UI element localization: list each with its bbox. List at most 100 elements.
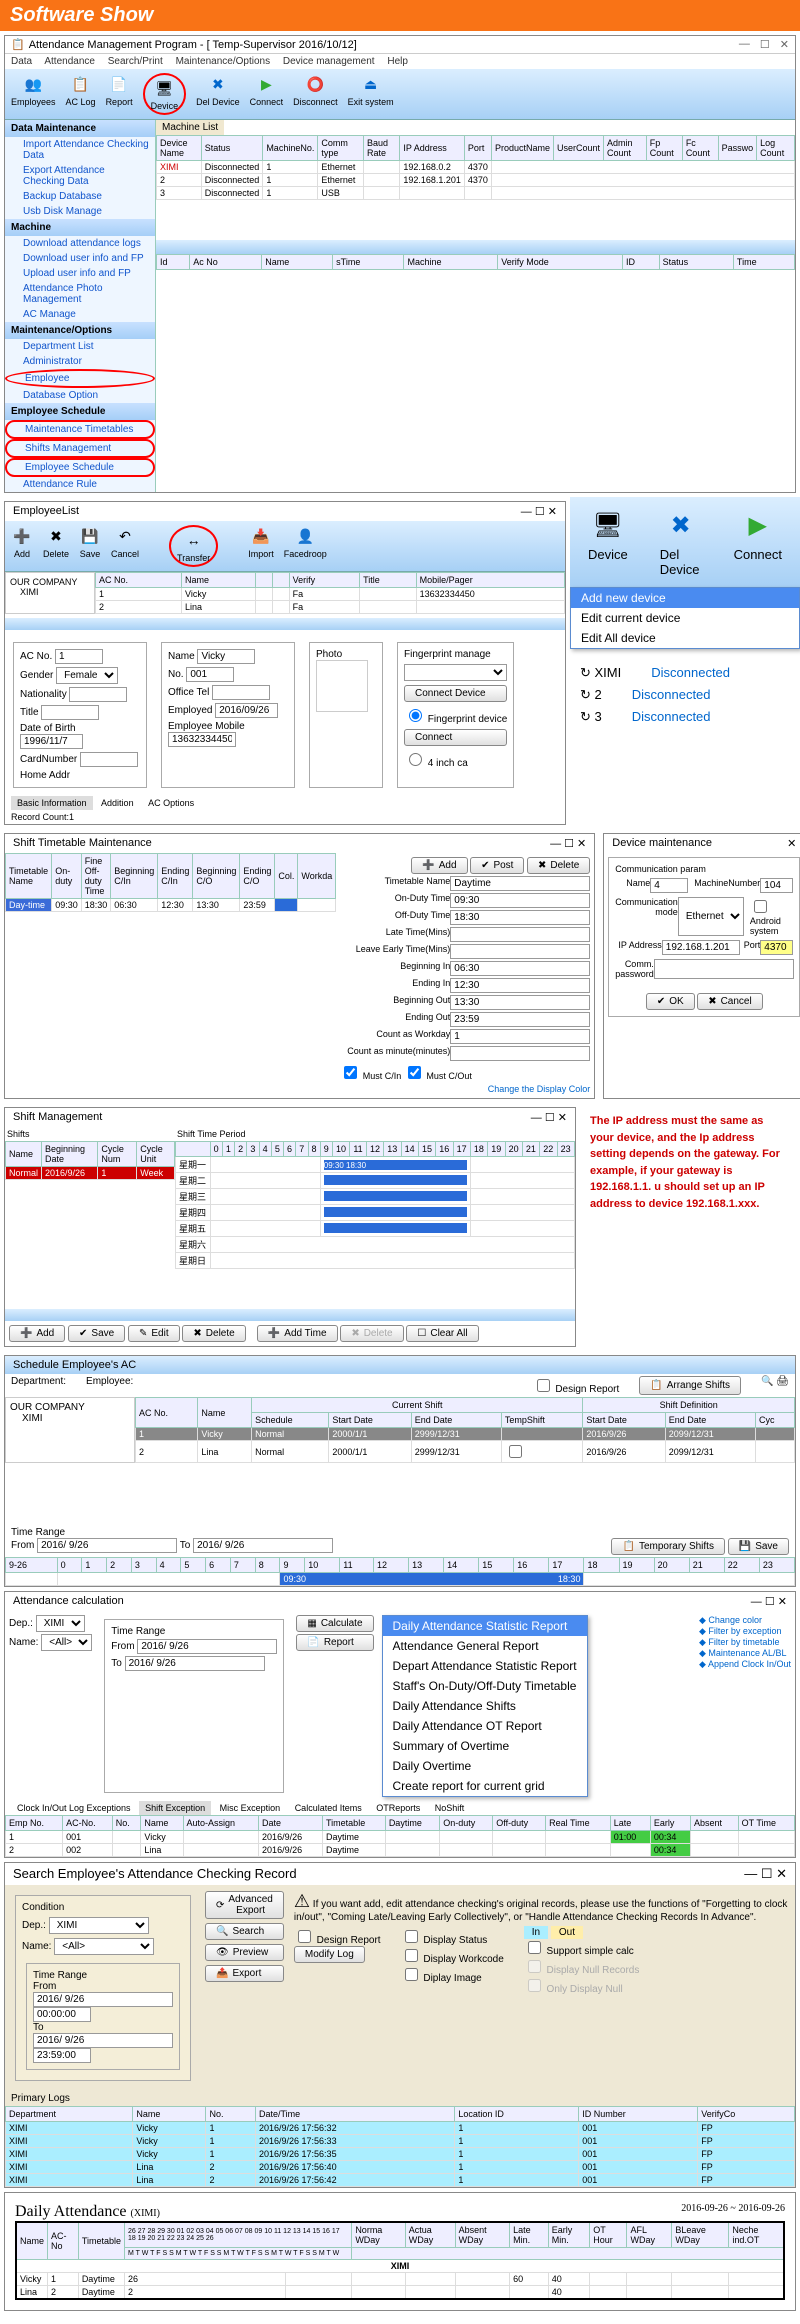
ds-check[interactable]: Display Status — [401, 1935, 488, 1946]
s-to[interactable] — [33, 2033, 173, 2048]
emp-row[interactable]: 2LinaFa — [96, 601, 565, 614]
emp-import[interactable]: 📥Import — [248, 525, 274, 567]
dm-name[interactable] — [650, 878, 688, 893]
si-dboption[interactable]: Database Option — [5, 388, 155, 403]
menu-maint[interactable]: Maintenance/Options — [176, 56, 271, 67]
menu-data[interactable]: Data — [11, 56, 32, 67]
rm-create[interactable]: Create report for current grid — [383, 1776, 587, 1796]
dm-ok[interactable]: ✔ OK — [646, 993, 695, 1010]
col-prod[interactable]: ProductName — [491, 136, 553, 161]
tb-aclog[interactable]: 📋AC Log — [66, 73, 96, 115]
sm-clear[interactable]: ☐ Clear All — [406, 1325, 478, 1342]
tel-input[interactable] — [212, 685, 270, 700]
ei-input[interactable] — [450, 978, 590, 993]
to-input[interactable] — [193, 1538, 333, 1553]
sl-color[interactable]: ◆ Change color — [699, 1615, 762, 1625]
tb-employees[interactable]: 👥Employees — [11, 73, 56, 115]
max-icon[interactable]: ☐ — [760, 38, 770, 51]
col-lc[interactable]: Log Count — [757, 136, 795, 161]
sg-sched[interactable]: Employee Schedule — [5, 403, 155, 420]
close-icon[interactable]: — ☐ ✕ — [521, 505, 557, 518]
si-acmanage[interactable]: AC Manage — [5, 307, 155, 322]
col-fp[interactable]: Fp Count — [646, 136, 682, 161]
connect2-btn[interactable]: Connect — [404, 729, 507, 746]
gender-select[interactable]: Female — [56, 667, 118, 684]
calc-row[interactable]: 2002Lina2016/9/26Daytime00:34 — [6, 1844, 795, 1857]
tb-connect[interactable]: ▶Connect — [250, 73, 284, 115]
mob-input[interactable] — [168, 732, 236, 747]
tb-report[interactable]: 📄Report — [106, 73, 133, 115]
leave-input[interactable] — [450, 944, 590, 959]
sched-tree[interactable]: OUR COMPANY XIMI — [5, 1397, 135, 1463]
emp-facedrop[interactable]: 👤Facedroop — [284, 525, 327, 567]
day-row[interactable]: 星期一09:30 18:30 — [176, 1157, 575, 1173]
col-ac[interactable]: Admin Count — [604, 136, 647, 161]
si-attrule[interactable]: Attendance Rule — [5, 477, 155, 492]
tt-row[interactable]: Day-time09:3018:3006:3012:3013:3023:59 — [6, 899, 336, 912]
sl-ftt[interactable]: ◆ Filter by timetable — [699, 1637, 779, 1647]
emp-save[interactable]: 💾Save — [79, 525, 101, 567]
search-btn[interactable]: 🔍 Search — [205, 1923, 284, 1940]
name-input[interactable] — [197, 649, 255, 664]
tb-deldevice[interactable]: ✖Del Device — [196, 73, 240, 115]
col-commtype[interactable]: Comm type — [318, 136, 364, 161]
card-radio[interactable]: 4 inch ca — [404, 750, 507, 769]
rep-btn[interactable]: 📄 Report — [296, 1634, 373, 1651]
dm-cancel[interactable]: ✖ Cancel — [697, 993, 763, 1010]
s-dep[interactable]: XIMI — [49, 1917, 149, 1934]
shift-row[interactable]: Normal2016/9/261Week — [6, 1167, 175, 1180]
dr-check[interactable]: Design Report — [533, 1384, 620, 1395]
col-status[interactable]: Status — [201, 136, 263, 161]
col-pw[interactable]: Passwo — [718, 136, 757, 161]
dd-edit[interactable]: Edit current device — [571, 608, 799, 628]
tt-post[interactable]: ✔ Post — [470, 857, 524, 874]
day-row[interactable]: 星期六 — [176, 1237, 575, 1253]
emp-row[interactable]: 1VickyFa13632334450 — [96, 588, 565, 601]
ts-check[interactable] — [509, 1445, 522, 1458]
calc-name[interactable]: <All> — [41, 1634, 92, 1651]
search-row[interactable]: XIMILina22016/9/26 17:56:401001FP — [6, 2161, 795, 2174]
big-deldevice[interactable]: ✖Del Device — [648, 503, 714, 581]
emp-add[interactable]: ➕Add — [11, 525, 33, 567]
off-input[interactable] — [450, 910, 590, 925]
nat-input[interactable] — [69, 687, 127, 702]
dw-check[interactable]: Display Workcode — [401, 1954, 504, 1965]
tt-add[interactable]: ➕ Add — [411, 857, 467, 874]
col-fc[interactable]: Fc Count — [682, 136, 718, 161]
emp-del[interactable]: ✖Delete — [43, 525, 69, 567]
tb-disconnect[interactable]: ⭕Disconnect — [293, 73, 338, 115]
sl-append[interactable]: ◆ Append Clock In/Out — [699, 1659, 791, 1669]
rm-depart[interactable]: Depart Attendance Statistic Report — [383, 1656, 587, 1676]
day-row[interactable]: 星期五 — [176, 1221, 575, 1237]
exp-btn[interactable]: 📤 Export — [205, 1965, 284, 1982]
rm-general[interactable]: Attendance General Report — [383, 1636, 587, 1656]
close-icon[interactable]: ✕ — [780, 38, 789, 51]
search-row[interactable]: XIMIVicky12016/9/26 17:56:351001FP — [6, 2148, 795, 2161]
min-icon[interactable]: — — [739, 38, 750, 51]
day-row[interactable]: 星期日 — [176, 1253, 575, 1269]
tab-basic[interactable]: Basic Information — [11, 796, 93, 810]
ml-btn[interactable]: Modify Log — [294, 1946, 365, 1963]
calc-btn[interactable]: ▦ Calculate — [296, 1615, 373, 1632]
rm-sum[interactable]: Summary of Overtime — [383, 1736, 587, 1756]
big-device[interactable]: 🖥Device — [576, 503, 640, 581]
machine-row[interactable]: 2Disconnected1Ethernet192.168.1.2014370 — [157, 174, 795, 187]
sg-maint[interactable]: Maintenance/Options — [5, 322, 155, 339]
save-btn[interactable]: 💾 Save — [728, 1538, 789, 1555]
s-t2[interactable] — [33, 2048, 91, 2063]
mco-check[interactable]: Must C/Out — [404, 1071, 472, 1081]
rm-staff[interactable]: Staff's On-Duty/Off-Duty Timetable — [383, 1676, 587, 1696]
si-dl-logs[interactable]: Download attendance logs — [5, 236, 155, 251]
machine-row[interactable]: XIMIDisconnected1Ethernet192.168.0.24370 — [157, 161, 795, 174]
s-from[interactable] — [33, 1992, 173, 2007]
col-uc[interactable]: UserCount — [553, 136, 603, 161]
sl-maint[interactable]: ◆ Maintenance AL/BL — [699, 1648, 786, 1658]
day-row[interactable]: 星期二 — [176, 1173, 575, 1189]
ct-no[interactable]: NoShift — [429, 1801, 471, 1815]
on-input[interactable] — [450, 893, 590, 908]
dm-ip[interactable] — [662, 940, 740, 955]
tab-addition[interactable]: Addition — [95, 796, 140, 810]
dd-add[interactable]: Add new device — [571, 588, 799, 608]
dr-check2[interactable]: Design Report — [294, 1935, 381, 1946]
title-input[interactable] — [41, 705, 99, 720]
